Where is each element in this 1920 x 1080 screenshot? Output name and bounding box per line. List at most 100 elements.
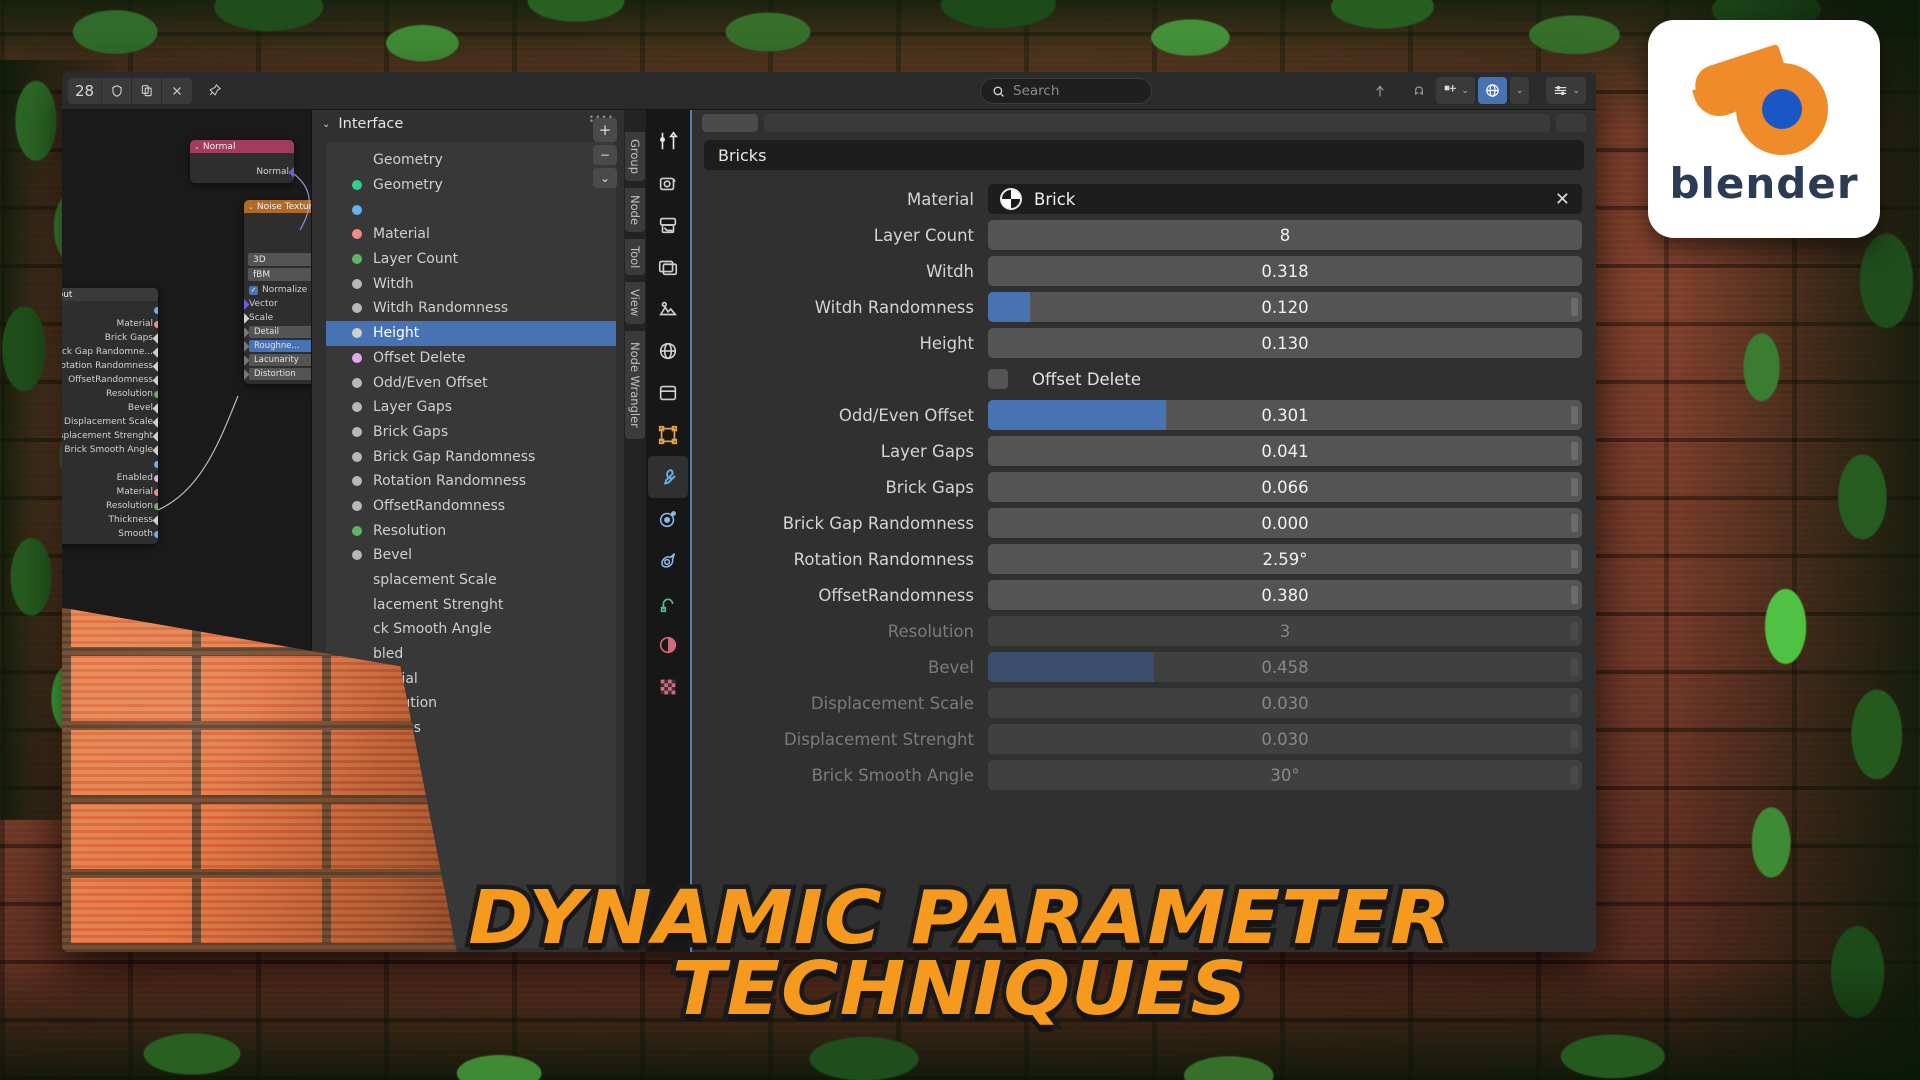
checkbox-offset-delete[interactable] <box>988 369 1008 389</box>
property-value-field[interactable]: 30° <box>988 760 1582 790</box>
chevron-down-icon[interactable]: ⌄ <box>1516 86 1524 96</box>
interface-list-item[interactable]: Height <box>326 321 616 346</box>
animate-property-button[interactable] <box>1571 766 1578 784</box>
chevron-down-icon[interactable]: ⌄ <box>1572 86 1580 96</box>
socket-blue-icon[interactable] <box>154 531 158 538</box>
sidebar-tab-node[interactable]: Node <box>625 188 645 232</box>
globe-icon[interactable] <box>1478 77 1507 104</box>
arrow-up-icon[interactable] <box>1366 78 1394 104</box>
node-socket-row[interactable]: Displacement Scale <box>62 415 158 429</box>
object-icon[interactable] <box>648 414 688 456</box>
shield-icon[interactable] <box>102 78 132 104</box>
interface-list-item[interactable]: Bevel <box>326 543 616 568</box>
close-icon[interactable] <box>162 78 192 104</box>
socket-blue-icon[interactable] <box>154 307 158 314</box>
interface-list-item[interactable]: ck Smooth Angle <box>326 617 616 642</box>
chevron-down-icon[interactable]: ⌄ <box>194 143 200 151</box>
node-socket-row[interactable]: Brick Gaps <box>62 331 158 345</box>
particles-icon[interactable] <box>648 498 688 540</box>
node-socket-row[interactable]: OffsetRandomness <box>62 373 158 387</box>
socket-gray-icon[interactable] <box>153 376 158 386</box>
property-value-field[interactable]: 0.030 <box>988 688 1582 718</box>
property-value-field[interactable]: 0.120 <box>988 292 1582 322</box>
node-socket-row[interactable]: rick Gap Randomne... <box>62 345 158 359</box>
interface-list-item[interactable]: OffsetRandomness <box>326 494 616 519</box>
snap-grid-icon[interactable]: ⌄ <box>1436 77 1475 104</box>
interface-list-item[interactable]: Brick Gap Randomness <box>326 444 616 469</box>
node-field-lacunarity[interactable]: Lacunarity 2.000 <box>244 353 312 367</box>
interface-list-item[interactable]: splacement Scale <box>326 568 616 593</box>
properties-breadcrumb[interactable] <box>692 110 1596 136</box>
sidebar-tab-group[interactable]: Group <box>625 132 645 181</box>
property-value-field[interactable]: 0.000 <box>988 508 1582 538</box>
property-checkbox-row[interactable]: Offset Delete <box>704 364 1582 394</box>
overlay-dropdown[interactable]: ⌄ <box>1510 77 1530 104</box>
copy-icon[interactable] <box>132 78 162 104</box>
noise-type-dropdown[interactable]: fBM ⌄ <box>248 268 312 281</box>
animate-property-button[interactable] <box>1571 622 1578 640</box>
scene-icon[interactable] <box>648 288 688 330</box>
interface-list-item[interactable]: Odd/Even Offset <box>326 370 616 395</box>
node-socket-row[interactable]: Material <box>62 317 158 331</box>
node-group-input[interactable]: ⌄ Group Input MaterialBrick Gapsrick Gap… <box>62 288 158 544</box>
node-socket-row[interactable]: Thickness <box>62 513 158 527</box>
animate-property-button[interactable] <box>1571 298 1578 316</box>
property-value-field[interactable]: 2.59° <box>988 544 1582 574</box>
material-icon[interactable] <box>648 624 688 666</box>
node-input-vector[interactable]: Vector <box>244 297 312 311</box>
interface-list-item[interactable]: Witdh <box>326 271 616 296</box>
modifier-icon[interactable] <box>648 456 688 498</box>
interface-list-item[interactable]: Rotation Randomness <box>326 469 616 494</box>
socket-gray-icon[interactable] <box>153 418 158 428</box>
interface-list-item[interactable]: Offset Delete <box>326 346 616 371</box>
tool-icon[interactable] <box>648 120 688 162</box>
node-socket-row[interactable]: isplacement Strenght <box>62 429 158 443</box>
socket-pink-icon[interactable] <box>154 475 158 482</box>
property-value-field[interactable]: 0.041 <box>988 436 1582 466</box>
interface-list-item[interactable]: Brick Gaps <box>326 420 616 445</box>
node-socket-row[interactable]: Rotation Randomness <box>62 359 158 373</box>
node-socket-row[interactable]: Material <box>62 485 158 499</box>
chevron-down-icon[interactable]: ⌄ <box>1461 86 1469 96</box>
constraints-icon[interactable] <box>648 582 688 624</box>
property-value-field[interactable]: 0.030 <box>988 724 1582 754</box>
search-input[interactable]: Search <box>980 78 1152 104</box>
node-header[interactable]: ⌄ Noise Texture <box>244 200 312 213</box>
interface-list-item[interactable]: Geometry <box>326 148 616 173</box>
property-value-field[interactable]: 3 <box>988 616 1582 646</box>
socket-red-icon[interactable] <box>154 321 158 328</box>
world-icon[interactable] <box>648 330 688 372</box>
node-socket-row[interactable]: Brick Smooth Angle <box>62 443 158 457</box>
node-socket-row[interactable]: Resolution <box>62 499 158 513</box>
interface-list-item[interactable] <box>326 197 616 222</box>
sidebar-tab-view[interactable]: View <box>625 282 645 323</box>
interface-list-item[interactable]: Geometry <box>326 173 616 198</box>
clear-material-button[interactable]: ✕ <box>1555 189 1570 210</box>
node-field-distortion[interactable]: Distortion 0.000 <box>244 367 312 381</box>
socket-green-icon[interactable] <box>154 503 158 510</box>
users-count-button[interactable]: 28 <box>68 78 102 104</box>
noise-dimension-dropdown[interactable]: 3D ⌄ <box>248 253 312 266</box>
socket-gray-icon[interactable] <box>153 348 158 358</box>
animate-property-button[interactable] <box>1571 514 1578 532</box>
socket-gray-icon[interactable] <box>153 404 158 414</box>
socket-vector-icon[interactable] <box>289 168 294 178</box>
animate-property-button[interactable] <box>1571 586 1578 604</box>
socket-gray-icon[interactable] <box>153 516 158 526</box>
node-field-detail[interactable]: Detail 2.000 <box>244 325 312 339</box>
property-value-field[interactable]: 8 <box>988 220 1582 250</box>
node-socket-row[interactable]: Bevel <box>62 401 158 415</box>
sidebar-tab-node-wrangler[interactable]: Node Wrangler <box>625 331 645 439</box>
animate-property-button[interactable] <box>1571 658 1578 676</box>
node-socket-row[interactable] <box>62 303 158 317</box>
detail-field[interactable]: Detail 2.000 <box>249 326 312 338</box>
property-value-field[interactable]: 0.318 <box>988 256 1582 286</box>
node-header[interactable]: ⌄ Group Input <box>62 288 158 301</box>
socket-gray-icon[interactable] <box>153 432 158 442</box>
animate-property-button[interactable] <box>1571 550 1578 568</box>
interface-list-item[interactable]: Layer Gaps <box>326 395 616 420</box>
interface-list-item[interactable]: Resolution <box>326 518 616 543</box>
node-socket-row[interactable]: Smooth <box>62 527 158 541</box>
node-field-roughness[interactable]: Roughne... 0.500 <box>244 339 312 353</box>
property-value-field[interactable]: 0.380 <box>988 580 1582 610</box>
